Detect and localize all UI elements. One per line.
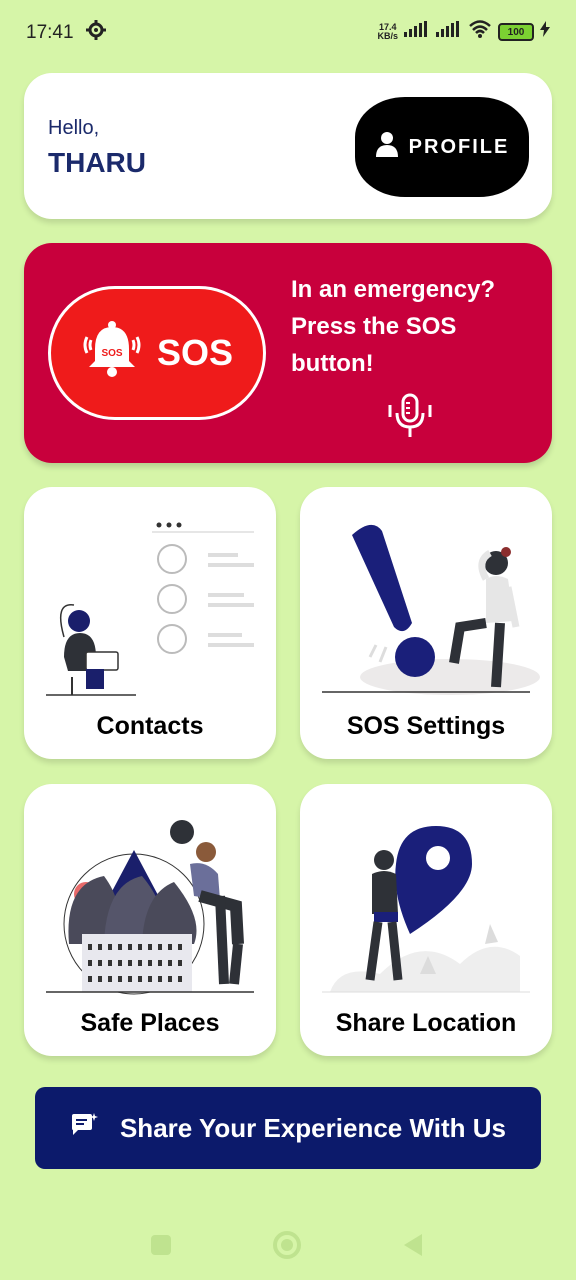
sos-button-label: SOS <box>156 332 234 373</box>
share-location-illustration <box>322 826 530 993</box>
network-speed: 17.4 KB/s <box>377 23 398 41</box>
feedback-chat-icon <box>70 1112 98 1145</box>
safe-places-tile[interactable]: Safe Places <box>24 784 276 1056</box>
recent-apps-button[interactable] <box>150 1234 172 1261</box>
status-time: 17:41 <box>26 22 74 43</box>
bell-badge-text: SOS <box>101 348 122 359</box>
contacts-illustration <box>46 522 254 696</box>
network-speed-unit: KB/s <box>377 31 398 41</box>
sos-settings-label: SOS Settings <box>346 712 506 740</box>
sos-button[interactable]: SOS SOS <box>48 286 266 420</box>
sos-settings-illustration <box>322 524 540 695</box>
settings-gear-icon <box>86 20 106 46</box>
navigation-bar <box>0 1218 576 1280</box>
share-location-label: Share Location <box>335 1009 517 1037</box>
wifi-icon <box>468 20 492 44</box>
charging-icon <box>540 21 550 43</box>
profile-label: PROFILE <box>408 135 510 158</box>
safe-places-label: Safe Places <box>80 1009 220 1037</box>
profile-button[interactable]: PROFILE <box>355 97 529 197</box>
battery-level: 100 <box>507 26 525 38</box>
share-location-tile[interactable]: Share Location <box>300 784 552 1056</box>
greeting-hello: Hello, <box>48 117 100 139</box>
signal-icon-2 <box>436 21 462 43</box>
back-button[interactable] <box>402 1232 424 1263</box>
sos-instructions: In an emergency? Press the SOS button! <box>291 276 496 377</box>
contacts-label: Contacts <box>96 712 204 740</box>
sos-panel: SOS SOS In an emergency? Press the SOS b… <box>24 243 552 463</box>
share-experience-label: Share Your Experience With Us <box>119 1112 507 1143</box>
greeting-card: Hello, THARU PROFILE <box>24 73 552 219</box>
sos-settings-tile[interactable]: SOS Settings <box>300 487 552 759</box>
alarm-bell-icon: SOS <box>81 319 143 388</box>
status-bar: 17:41 17.4 KB/s 100 <box>0 0 576 64</box>
user-name: THARU <box>48 147 146 178</box>
share-experience-button[interactable]: Share Your Experience With Us <box>35 1087 541 1169</box>
contacts-tile[interactable]: Contacts <box>24 487 276 759</box>
microphone-icon[interactable] <box>387 393 433 444</box>
safe-places-illustration <box>46 820 254 995</box>
person-icon <box>375 131 399 163</box>
signal-icon <box>404 21 430 43</box>
home-button[interactable] <box>272 1230 302 1265</box>
battery-icon: 100 <box>498 23 534 41</box>
